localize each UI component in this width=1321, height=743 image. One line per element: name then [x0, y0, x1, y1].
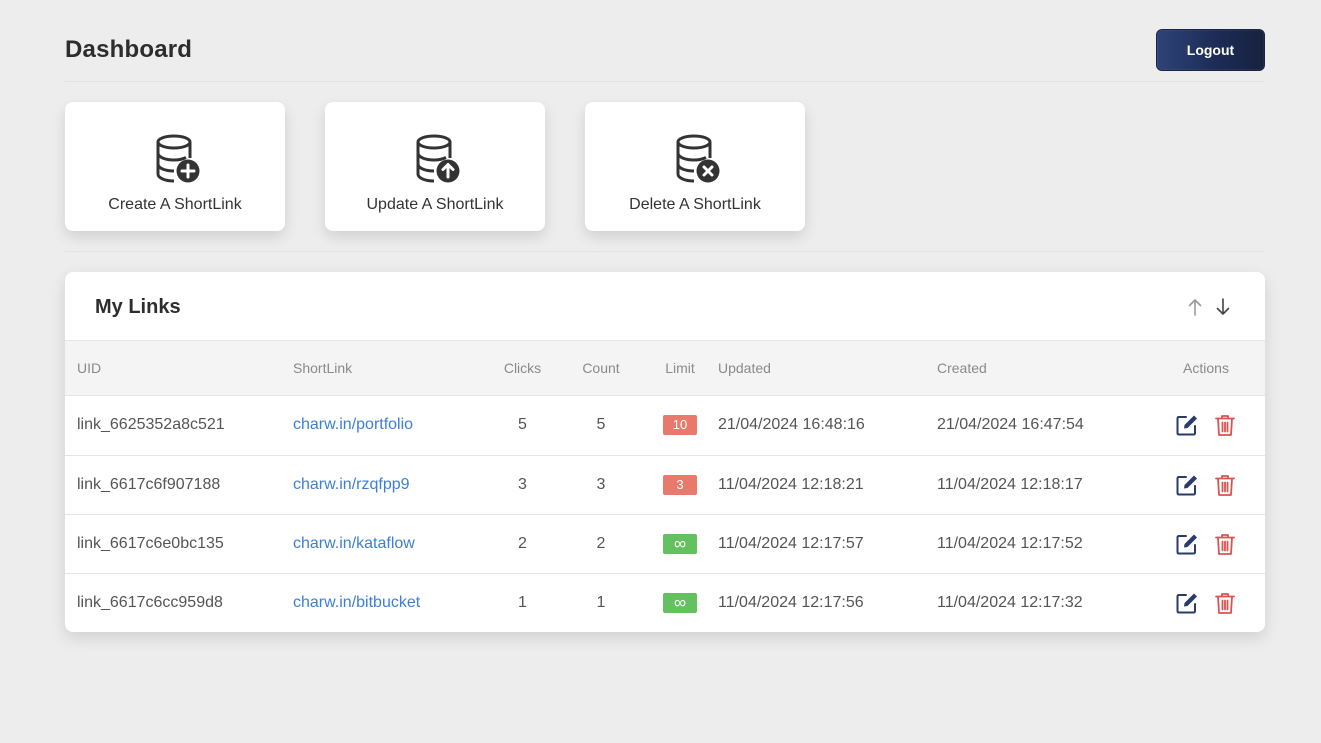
table-row: link_6617c6cc959d8 charw.in/bitbucket 1 … — [65, 573, 1265, 632]
cell-uid: link_6617c6cc959d8 — [77, 593, 223, 611]
column-header-uid[interactable]: UID — [65, 341, 293, 396]
cell-count: 2 — [560, 514, 642, 574]
edit-icon[interactable] — [1175, 532, 1199, 556]
table-header-row: UID ShortLink Clicks Count Limit Updated… — [65, 341, 1265, 396]
edit-icon[interactable] — [1175, 413, 1199, 437]
trash-icon[interactable] — [1213, 473, 1237, 497]
arrow-down-icon[interactable] — [1213, 296, 1233, 318]
header-divider — [65, 81, 1265, 82]
panel-header: My Links — [65, 272, 1265, 341]
limit-badge: 10 — [663, 415, 697, 435]
cell-uid: link_6617c6e0bc135 — [65, 514, 293, 574]
limit-badge: ∞ — [663, 592, 697, 613]
cell-created: 11/04/2024 12:17:32 — [937, 593, 1083, 611]
cell-created: 11/04/2024 12:18:17 — [937, 455, 1147, 515]
database-plus-icon — [155, 134, 201, 184]
update-shortlink-card[interactable]: Update A ShortLink — [325, 102, 545, 231]
cell-shortlink: charw.in/rzqfpp9 — [293, 455, 485, 515]
action-cards: Create A ShortLink Update A ShortLink De… — [65, 102, 805, 231]
column-header-clicks[interactable]: Clicks — [485, 341, 560, 396]
page-title: Dashboard — [65, 36, 193, 63]
column-header-shortlink[interactable]: ShortLink — [293, 341, 485, 396]
trash-icon[interactable] — [1213, 532, 1237, 556]
cell-limit: 10 — [642, 395, 718, 456]
limit-badge: 3 — [663, 474, 697, 495]
cell-actions — [1147, 573, 1265, 632]
links-table: UID ShortLink Clicks Count Limit Updated… — [65, 341, 1265, 632]
cell-limit: ∞ — [642, 573, 718, 632]
cell-uid: link_6617c6f907188 — [65, 455, 293, 515]
edit-icon[interactable] — [1175, 591, 1199, 615]
cell-actions — [1147, 455, 1265, 515]
arrow-up-icon[interactable] — [1185, 296, 1205, 318]
panel-title: My Links — [95, 296, 181, 318]
section-divider — [65, 251, 1265, 252]
database-arrow-up-icon — [415, 134, 461, 184]
column-header-created[interactable]: Created — [937, 341, 1147, 396]
cell-updated: 21/04/2024 16:48:16 — [718, 395, 937, 456]
create-shortlink-card[interactable]: Create A ShortLink — [65, 102, 285, 231]
cell-count: 5 — [560, 395, 642, 456]
cell-actions — [1147, 514, 1265, 574]
table-row: link_6617c6e0bc135 charw.in/kataflow 2 2… — [65, 514, 1265, 574]
logout-button[interactable]: Logout — [1156, 29, 1265, 71]
column-header-limit[interactable]: Limit — [642, 341, 718, 396]
cell-clicks: 2 — [485, 514, 560, 574]
cell-shortlink: charw.in/bitbucket — [293, 573, 485, 632]
cell-updated: 11/04/2024 12:18:21 — [718, 455, 937, 515]
cell-clicks: 1 — [518, 593, 527, 611]
page-header: Dashboard Logout — [65, 28, 1265, 72]
delete-shortlink-label: Delete A ShortLink — [629, 196, 761, 213]
database-x-icon — [675, 134, 721, 184]
cell-uid: link_6625352a8c521 — [65, 395, 293, 456]
cell-clicks: 3 — [485, 455, 560, 515]
column-header-updated[interactable]: Updated — [718, 341, 937, 396]
cell-count: 3 — [560, 455, 642, 515]
trash-icon[interactable] — [1213, 413, 1237, 437]
limit-badge: ∞ — [663, 533, 697, 554]
column-header-count[interactable]: Count — [560, 341, 642, 396]
cell-created: 11/04/2024 12:17:52 — [937, 514, 1147, 574]
dashboard-page: Dashboard Logout Create A ShortLink Upda… — [0, 0, 1321, 743]
cell-limit: 3 — [642, 455, 718, 515]
table-row: link_6617c6f907188 charw.in/rzqfpp9 3 3 … — [65, 455, 1265, 515]
trash-icon[interactable] — [1213, 591, 1237, 615]
cell-updated: 11/04/2024 12:17:56 — [718, 593, 864, 611]
delete-shortlink-card[interactable]: Delete A ShortLink — [585, 102, 805, 231]
edit-icon[interactable] — [1175, 473, 1199, 497]
shortlink-link[interactable]: charw.in/rzqfpp9 — [293, 476, 410, 493]
cell-shortlink: charw.in/portfolio — [293, 395, 485, 456]
shortlink-link[interactable]: charw.in/portfolio — [293, 416, 413, 433]
table-row: link_6625352a8c521 charw.in/portfolio 5 … — [65, 395, 1265, 456]
cell-created: 21/04/2024 16:47:54 — [937, 395, 1147, 456]
shortlink-link[interactable]: charw.in/kataflow — [293, 535, 415, 552]
cell-actions — [1147, 395, 1265, 456]
update-shortlink-label: Update A ShortLink — [366, 196, 504, 213]
column-header-actions: Actions — [1147, 341, 1265, 396]
shortlink-link[interactable]: charw.in/bitbucket — [293, 594, 420, 611]
cell-clicks: 5 — [485, 395, 560, 456]
cell-count: 1 — [596, 593, 606, 611]
cell-limit: ∞ — [642, 514, 718, 574]
cell-shortlink: charw.in/kataflow — [293, 514, 485, 574]
create-shortlink-label: Create A ShortLink — [108, 196, 242, 213]
cell-updated: 11/04/2024 12:17:57 — [718, 514, 937, 574]
my-links-panel: My Links UID ShortLink Clicks Count Limi… — [65, 272, 1265, 632]
